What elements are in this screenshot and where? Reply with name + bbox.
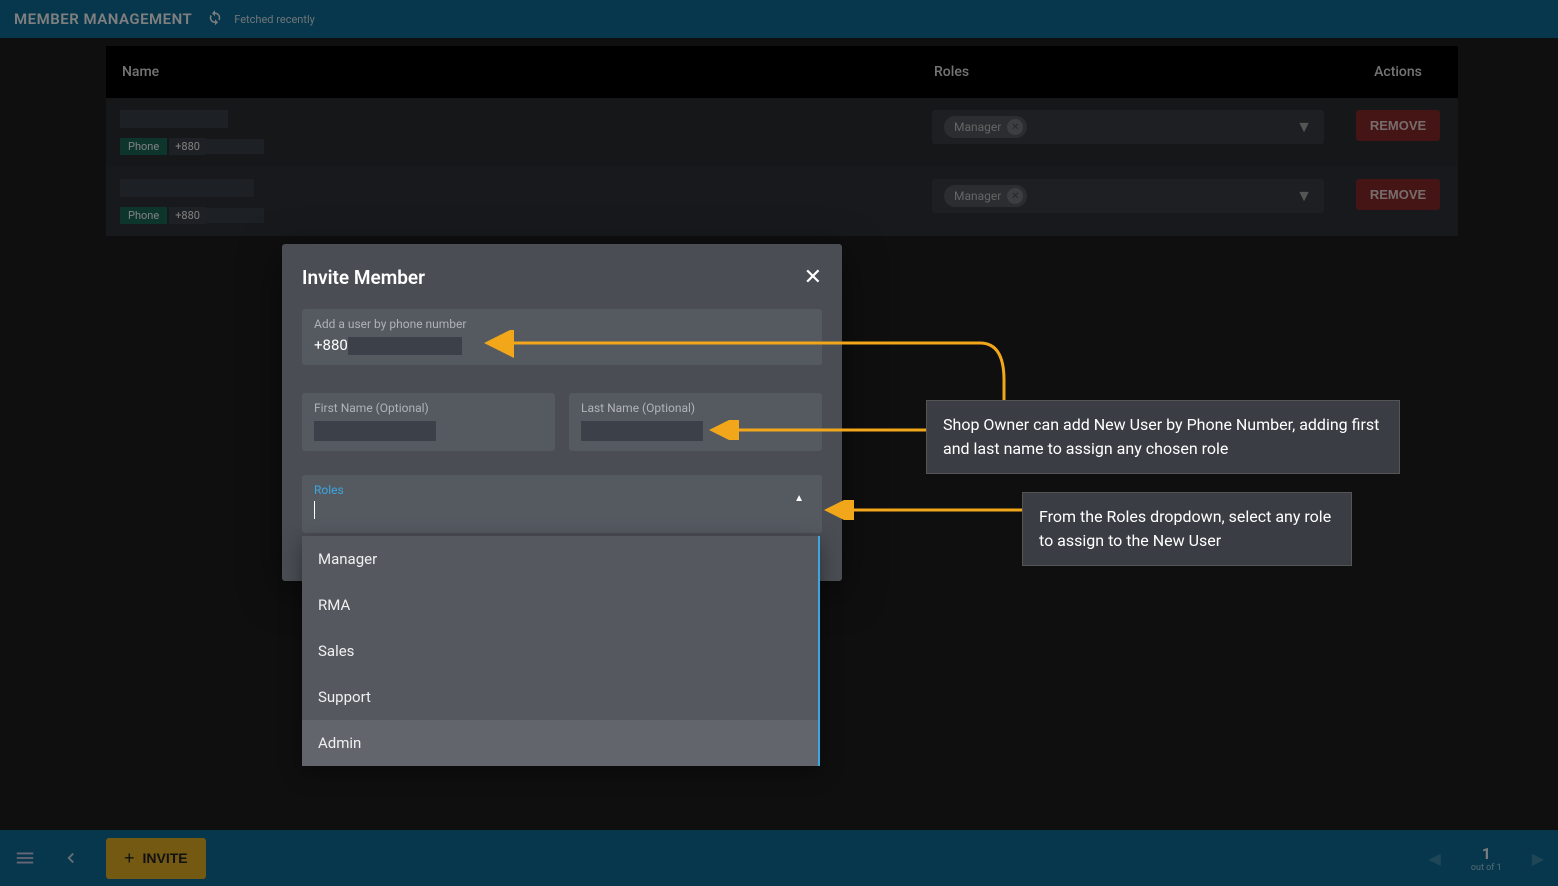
role-select[interactable]: Manager ✕ ▼ xyxy=(932,110,1324,144)
page-number: 1 out of 1 xyxy=(1471,844,1502,873)
last-name-label: Last Name (Optional) xyxy=(581,401,810,415)
role-select[interactable]: Manager ✕ ▼ xyxy=(932,179,1324,213)
pager: ◀ 1 out of 1 ▶ xyxy=(1429,844,1544,873)
role-chip: Manager ✕ xyxy=(944,185,1027,207)
table-row: Phone +880 Manager ✕ ▼ REMOVE xyxy=(106,167,1458,236)
chevron-down-icon: ▼ xyxy=(1296,186,1312,206)
header-actions: Actions xyxy=(1338,46,1458,98)
phone-prefix: +880 xyxy=(169,138,206,155)
invite-member-modal: Invite Member ✕ Add a user by phone numb… xyxy=(282,244,842,581)
menu-icon[interactable] xyxy=(14,847,36,869)
last-name-redacted xyxy=(581,421,703,441)
fetched-status: Fetched recently xyxy=(234,13,315,26)
close-icon[interactable]: ✕ xyxy=(804,267,822,289)
last-name-field[interactable]: Last Name (Optional) xyxy=(569,393,822,451)
header-name: Name xyxy=(106,46,918,98)
phone-field-label: Add a user by phone number xyxy=(314,317,810,331)
annotation-box-2: From the Roles dropdown, select any role… xyxy=(1022,492,1352,566)
roles-dropdown: Manager RMA Sales Support Admin xyxy=(302,536,820,766)
role-option-admin[interactable]: Admin xyxy=(302,720,818,766)
remove-button[interactable]: REMOVE xyxy=(1356,179,1440,210)
chevron-up-icon: ▲ xyxy=(794,493,804,504)
member-name-redacted xyxy=(120,110,228,128)
phone-prefix: +880 xyxy=(169,207,206,224)
members-table: Name Roles Actions Phone +880 xyxy=(106,46,1458,236)
page-count-label: out of 1 xyxy=(1471,863,1502,873)
topbar: MEMBER MANAGEMENT Fetched recently xyxy=(0,0,1558,38)
plus-icon: + xyxy=(124,848,135,869)
role-chip: Manager ✕ xyxy=(944,116,1027,138)
roles-label: Roles xyxy=(314,483,810,497)
roles-cursor xyxy=(314,501,316,519)
invite-button[interactable]: + INVITE xyxy=(106,838,206,879)
chevron-down-icon: ▼ xyxy=(1296,117,1312,137)
role-chip-label: Manager xyxy=(954,189,1001,203)
header-roles: Roles xyxy=(918,46,1338,98)
remove-role-icon[interactable]: ✕ xyxy=(1007,188,1023,204)
main-content: Name Roles Actions Phone +880 xyxy=(106,46,1458,236)
phone-field-value: +880 xyxy=(314,336,462,354)
table-row: Phone +880 Manager ✕ ▼ REMOVE xyxy=(106,98,1458,167)
first-name-label: First Name (Optional) xyxy=(314,401,543,415)
remove-button[interactable]: REMOVE xyxy=(1356,110,1440,141)
modal-title: Invite Member xyxy=(302,266,425,289)
role-option-support[interactable]: Support xyxy=(302,674,818,720)
remove-role-icon[interactable]: ✕ xyxy=(1007,119,1023,135)
phone-number-redacted xyxy=(206,139,264,154)
page-title: MEMBER MANAGEMENT xyxy=(14,10,192,28)
phone-number-redacted xyxy=(206,208,264,223)
annotation-box-1: Shop Owner can add New User by Phone Num… xyxy=(926,400,1400,474)
page-number-value: 1 xyxy=(1482,844,1491,863)
role-chip-label: Manager xyxy=(954,120,1001,134)
invite-button-label: INVITE xyxy=(143,850,188,866)
bottombar: + INVITE ◀ 1 out of 1 ▶ xyxy=(0,830,1558,886)
annotation-arrow-3 xyxy=(815,500,1035,520)
first-name-field[interactable]: First Name (Optional) xyxy=(302,393,555,451)
phone-field[interactable]: Add a user by phone number +880 xyxy=(302,309,822,365)
first-name-redacted xyxy=(314,421,436,441)
role-option-manager[interactable]: Manager xyxy=(302,536,818,582)
phone-label: Phone xyxy=(120,138,167,155)
prev-page-icon[interactable]: ◀ xyxy=(1429,849,1441,868)
next-page-icon[interactable]: ▶ xyxy=(1532,849,1544,868)
phone-label: Phone xyxy=(120,207,167,224)
role-option-rma[interactable]: RMA xyxy=(302,582,818,628)
back-icon[interactable] xyxy=(62,849,80,867)
refresh-icon[interactable] xyxy=(206,8,234,30)
phone-prefix-value: +880 xyxy=(314,336,348,354)
role-option-sales[interactable]: Sales xyxy=(302,628,818,674)
member-name-redacted xyxy=(120,179,254,197)
phone-value-redacted xyxy=(348,337,462,355)
roles-field[interactable]: Roles ▲ xyxy=(302,475,822,533)
